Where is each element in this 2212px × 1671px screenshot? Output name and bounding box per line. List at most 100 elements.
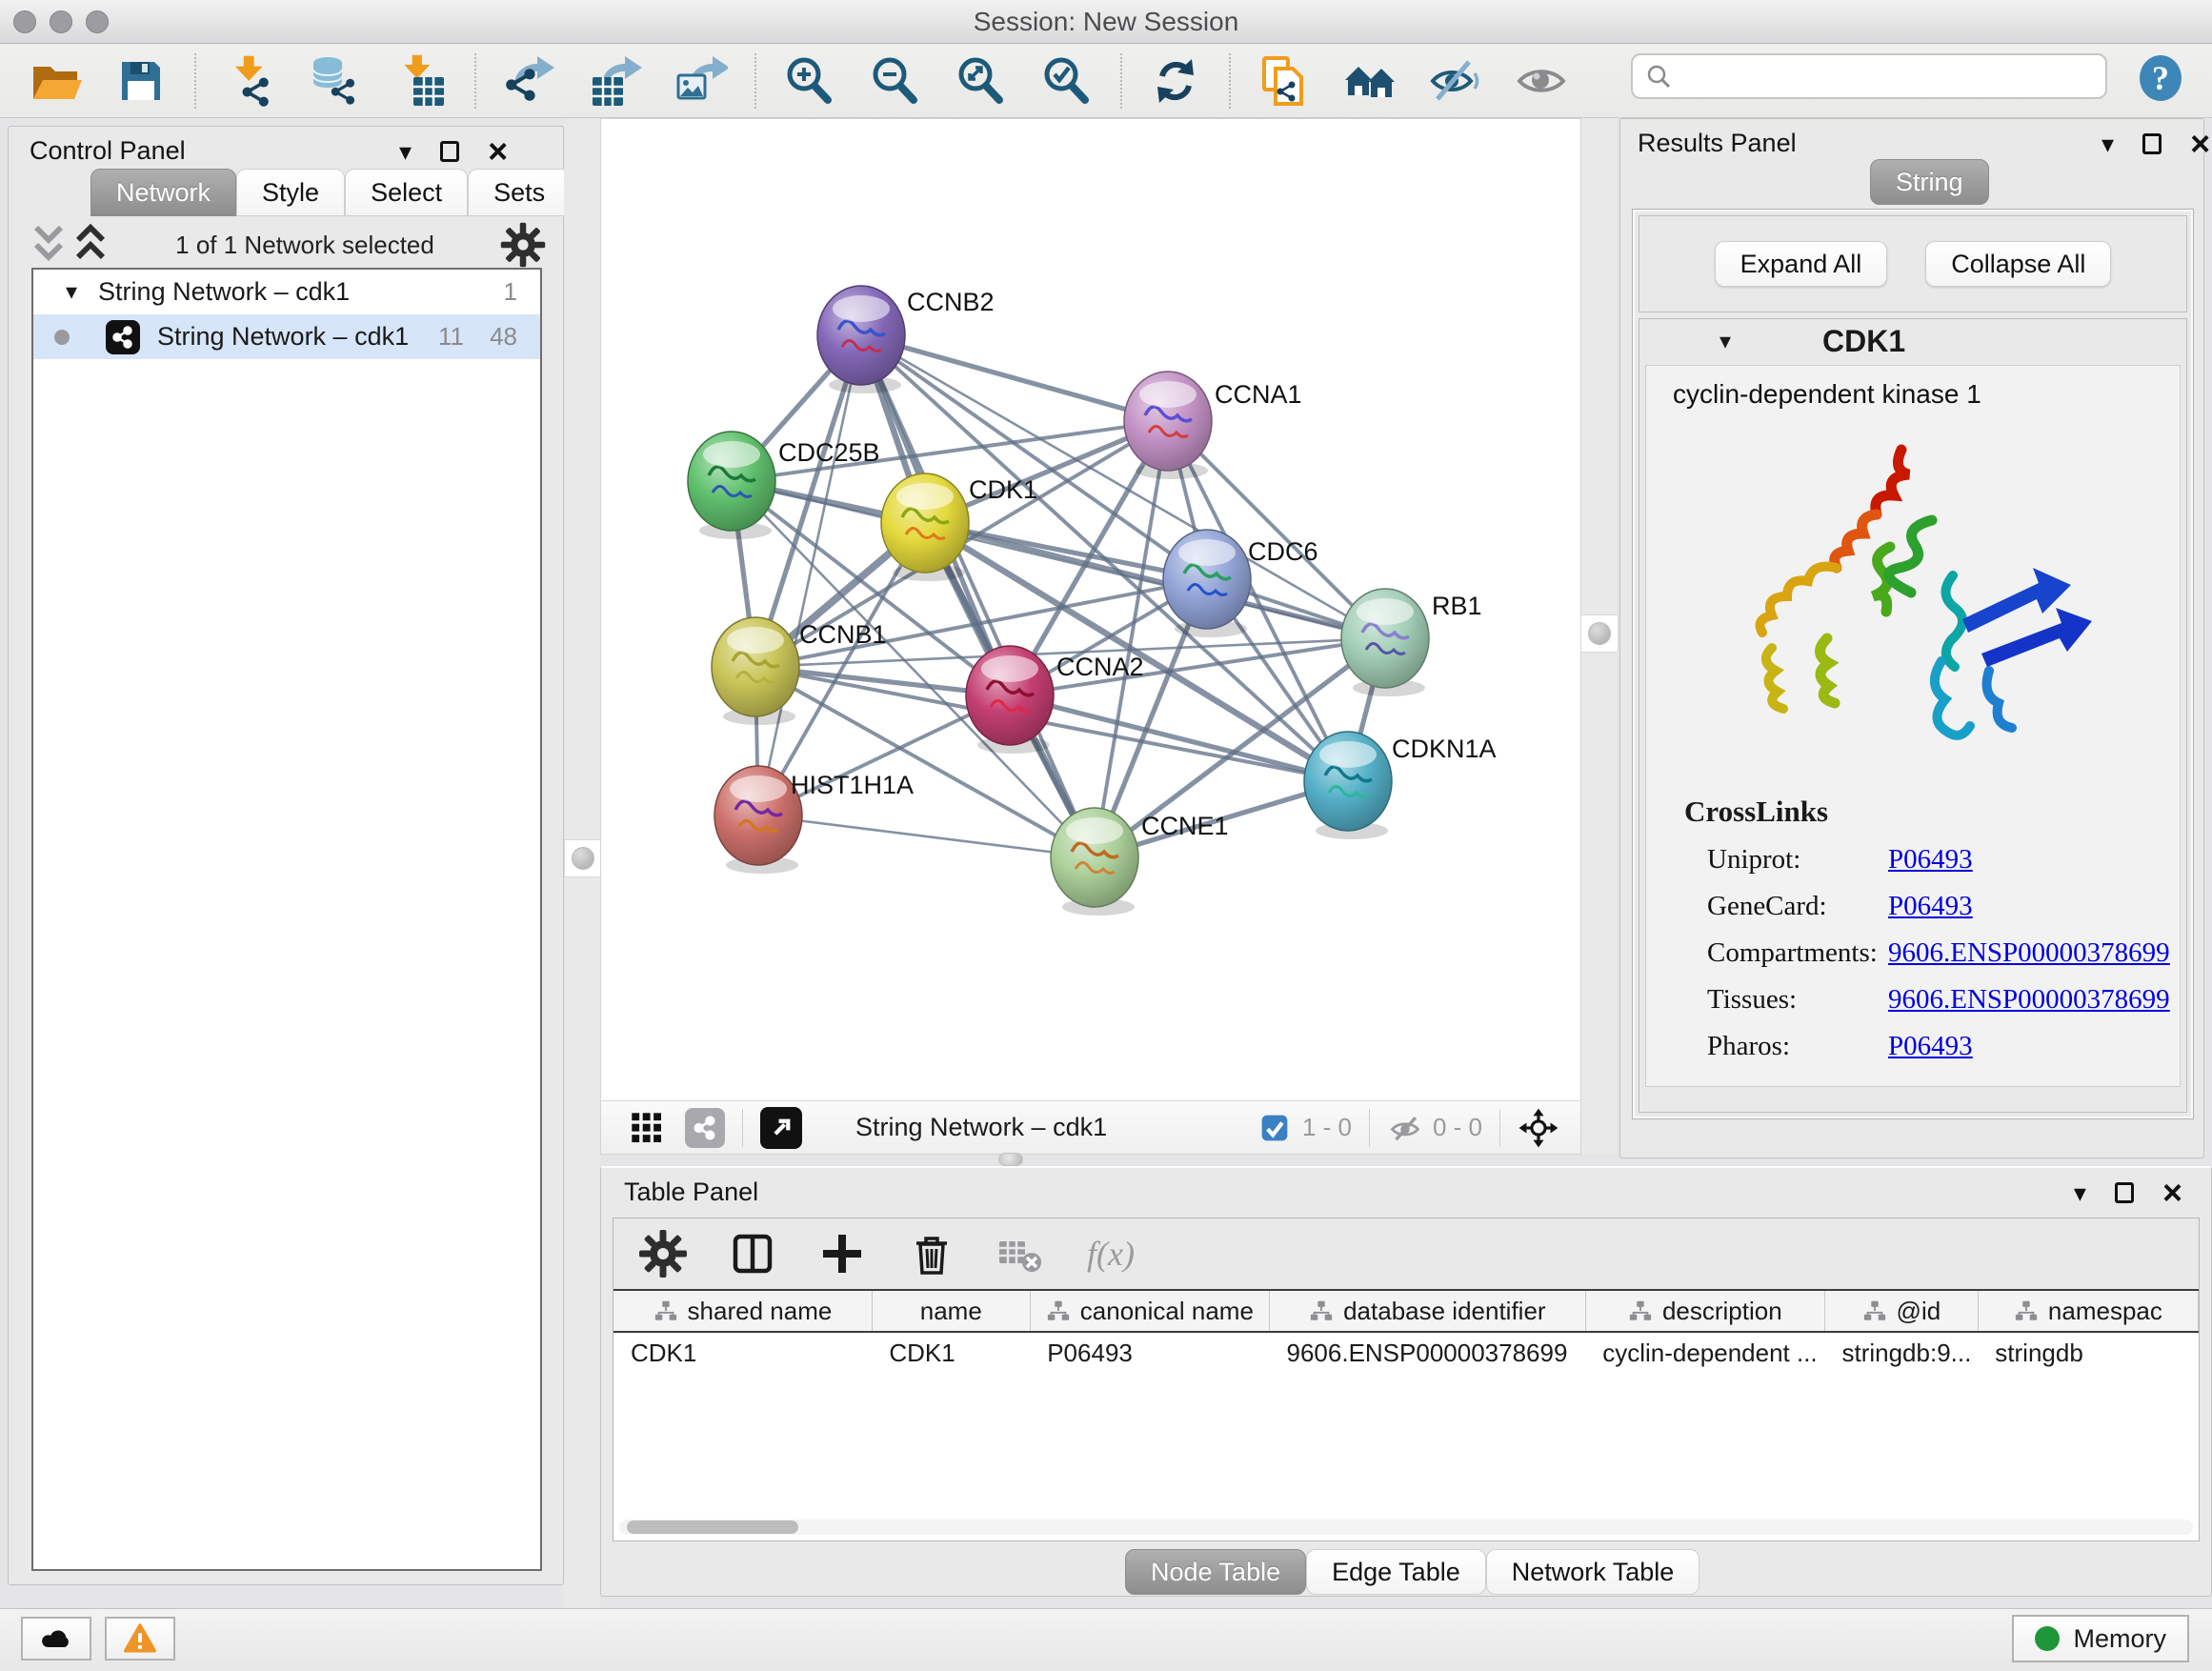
save-session-icon[interactable]	[112, 52, 170, 110]
tab-style[interactable]: Style	[236, 169, 345, 216]
export-image-icon[interactable]	[673, 52, 730, 110]
table-row[interactable]: CDK1CDK1P064939606.ENSP00000378699cyclin…	[613, 1332, 2199, 1374]
node-CDC6[interactable]: CDC6	[1163, 530, 1318, 637]
control-panel-close-icon[interactable]: ×	[488, 138, 508, 166]
column-header-database-identifier[interactable]: database identifier	[1270, 1290, 1586, 1332]
edge-HIST1H1A-CCNE1[interactable]	[758, 815, 1095, 857]
open-session-icon[interactable]	[27, 52, 84, 110]
column-header--id[interactable]: @id	[1824, 1290, 1978, 1332]
network-collection-row[interactable]: ▾ String Network – cdk1 1	[33, 270, 540, 314]
zoom-in-icon[interactable]	[781, 52, 838, 110]
gene-header-row[interactable]: ▾ CDK1	[1639, 319, 2186, 363]
gene-expand-icon[interactable]: ▾	[1719, 328, 1731, 355]
control-panel-collapse-icon[interactable]: ▾	[399, 139, 412, 164]
column-header-name[interactable]: name	[872, 1290, 1030, 1332]
column-header-description[interactable]: description	[1585, 1290, 1824, 1332]
edge-CCNB2-HIST1H1A[interactable]	[758, 335, 861, 815]
warning-button[interactable]	[105, 1617, 175, 1661]
graphics-details-icon[interactable]	[1427, 52, 1484, 110]
zoom-selected-icon[interactable]	[1038, 52, 1096, 110]
search-box[interactable]	[1631, 53, 2107, 99]
import-database-icon[interactable]	[307, 52, 364, 110]
crosslink-value-link[interactable]: P06493	[1888, 1031, 1973, 1061]
crosslink-value-link[interactable]: P06493	[1888, 891, 1973, 921]
table-cell[interactable]: stringdb	[1978, 1332, 2198, 1374]
svg-text:f(x): f(x)	[1087, 1235, 1135, 1273]
tab-network[interactable]: Network	[90, 169, 236, 216]
help-button[interactable]: ?	[2132, 50, 2189, 107]
node-CDKN1A[interactable]: CDKN1A	[1304, 732, 1497, 839]
export-table-icon[interactable]	[587, 52, 644, 110]
share-network-icon[interactable]	[685, 1108, 725, 1148]
selected-checkbox-icon[interactable]	[1258, 1112, 1291, 1144]
tab-network-table[interactable]: Network Table	[1486, 1549, 1700, 1595]
table-panel-collapse-icon[interactable]: ▾	[2074, 1180, 2086, 1205]
panel-divider-right[interactable]	[1581, 118, 1618, 1155]
import-table-icon[interactable]	[392, 52, 450, 110]
table-cell[interactable]: CDK1	[872, 1332, 1030, 1374]
search-input[interactable]	[1680, 62, 2090, 91]
network-options-gear-icon[interactable]	[498, 224, 548, 266]
node-CDK1[interactable]: CDK1	[881, 473, 1037, 581]
node-CCNB1[interactable]: CCNB1	[712, 617, 887, 725]
results-panel-float-icon[interactable]	[2142, 133, 2162, 154]
node-CCNA1[interactable]: CCNA1	[1124, 372, 1302, 479]
results-panel-close-icon[interactable]: ×	[2190, 131, 2210, 158]
memory-button[interactable]: Memory	[2012, 1615, 2189, 1662]
table-horizontal-scrollbar[interactable]	[619, 1520, 2193, 1535]
column-header-namespac[interactable]: namespac	[1978, 1290, 2198, 1332]
panel-divider-left[interactable]	[564, 118, 600, 1608]
delete-table-icon	[995, 1227, 1048, 1280]
refresh-network-icon[interactable]	[1147, 52, 1204, 110]
network-canvas[interactable]: CCNB2CCNA1CDC25BCDK1CDC6RB1CCNB1CCNA2CDK…	[601, 119, 1580, 1100]
chevron-double-down-icon[interactable]	[28, 226, 70, 264]
grid-view-icon[interactable]	[626, 1109, 668, 1147]
zoom-fit-icon[interactable]	[953, 52, 1010, 110]
tab-edge-table[interactable]: Edge Table	[1306, 1549, 1486, 1595]
column-header-shared-name[interactable]: shared name	[613, 1290, 872, 1332]
tab-sets[interactable]: Sets	[468, 169, 571, 216]
crosslink-value-link[interactable]: 9606.ENSP00000378699	[1888, 937, 2170, 968]
eye-gray-icon[interactable]	[1513, 52, 1570, 110]
table-cell[interactable]: stringdb:9...	[1824, 1332, 1978, 1374]
cloud-button[interactable]	[21, 1617, 91, 1661]
hidden-eye-slash-icon[interactable]	[1387, 1110, 1423, 1146]
scrollbar-thumb[interactable]	[627, 1520, 798, 1534]
divider-handle[interactable]	[564, 839, 602, 877]
node-RB1[interactable]: RB1	[1341, 589, 1482, 696]
tree-expand-icon[interactable]: ▾	[66, 278, 77, 306]
table-panel-float-icon[interactable]	[2115, 1182, 2134, 1203]
crosslink-value-link[interactable]: P06493	[1888, 844, 1973, 875]
results-panel-collapse-icon[interactable]: ▾	[2101, 131, 2114, 156]
network-row-selected[interactable]: String Network – cdk1 11 48	[33, 314, 540, 359]
table-cell[interactable]: cyclin-dependent ...	[1585, 1332, 1824, 1374]
tab-select[interactable]: Select	[345, 169, 468, 216]
expand-all-button[interactable]: Expand All	[1715, 241, 1888, 287]
chevron-double-up-icon[interactable]	[70, 226, 111, 264]
network-view[interactable]: CCNB2CCNA1CDC25BCDK1CDC6RB1CCNB1CCNA2CDK…	[600, 118, 1581, 1155]
zoom-out-icon[interactable]	[867, 52, 924, 110]
add-column-icon[interactable]	[815, 1227, 869, 1280]
column-header-canonical-name[interactable]: canonical name	[1030, 1290, 1269, 1332]
home-icon[interactable]	[1341, 52, 1398, 110]
clone-network-icon[interactable]	[1256, 52, 1313, 110]
tab-node-table[interactable]: Node Table	[1125, 1549, 1306, 1595]
tab-string[interactable]: String	[1870, 159, 1989, 205]
node-HIST1H1A[interactable]: HIST1H1A	[714, 766, 914, 874]
table-cell[interactable]: P06493	[1030, 1332, 1269, 1374]
divider-handle[interactable]	[998, 1153, 1023, 1166]
delete-column-icon[interactable]	[905, 1227, 958, 1280]
crosshair-icon[interactable]	[1518, 1107, 1559, 1149]
table-panel-close-icon[interactable]: ×	[2162, 1179, 2182, 1207]
crosslink-value-link[interactable]: 9606.ENSP00000378699	[1888, 984, 2170, 1015]
import-network-icon[interactable]	[221, 52, 278, 110]
control-panel-float-icon[interactable]	[440, 141, 459, 162]
settings-gear-icon[interactable]	[636, 1227, 690, 1280]
collapse-all-button[interactable]: Collapse All	[1925, 241, 2111, 287]
table-cell[interactable]: CDK1	[613, 1332, 872, 1374]
divider-handle[interactable]	[1580, 614, 1619, 653]
export-network-icon[interactable]	[501, 52, 558, 110]
table-cell[interactable]: 9606.ENSP00000378699	[1270, 1332, 1586, 1374]
split-columns-icon[interactable]	[726, 1227, 779, 1280]
external-link-icon[interactable]	[760, 1107, 802, 1149]
